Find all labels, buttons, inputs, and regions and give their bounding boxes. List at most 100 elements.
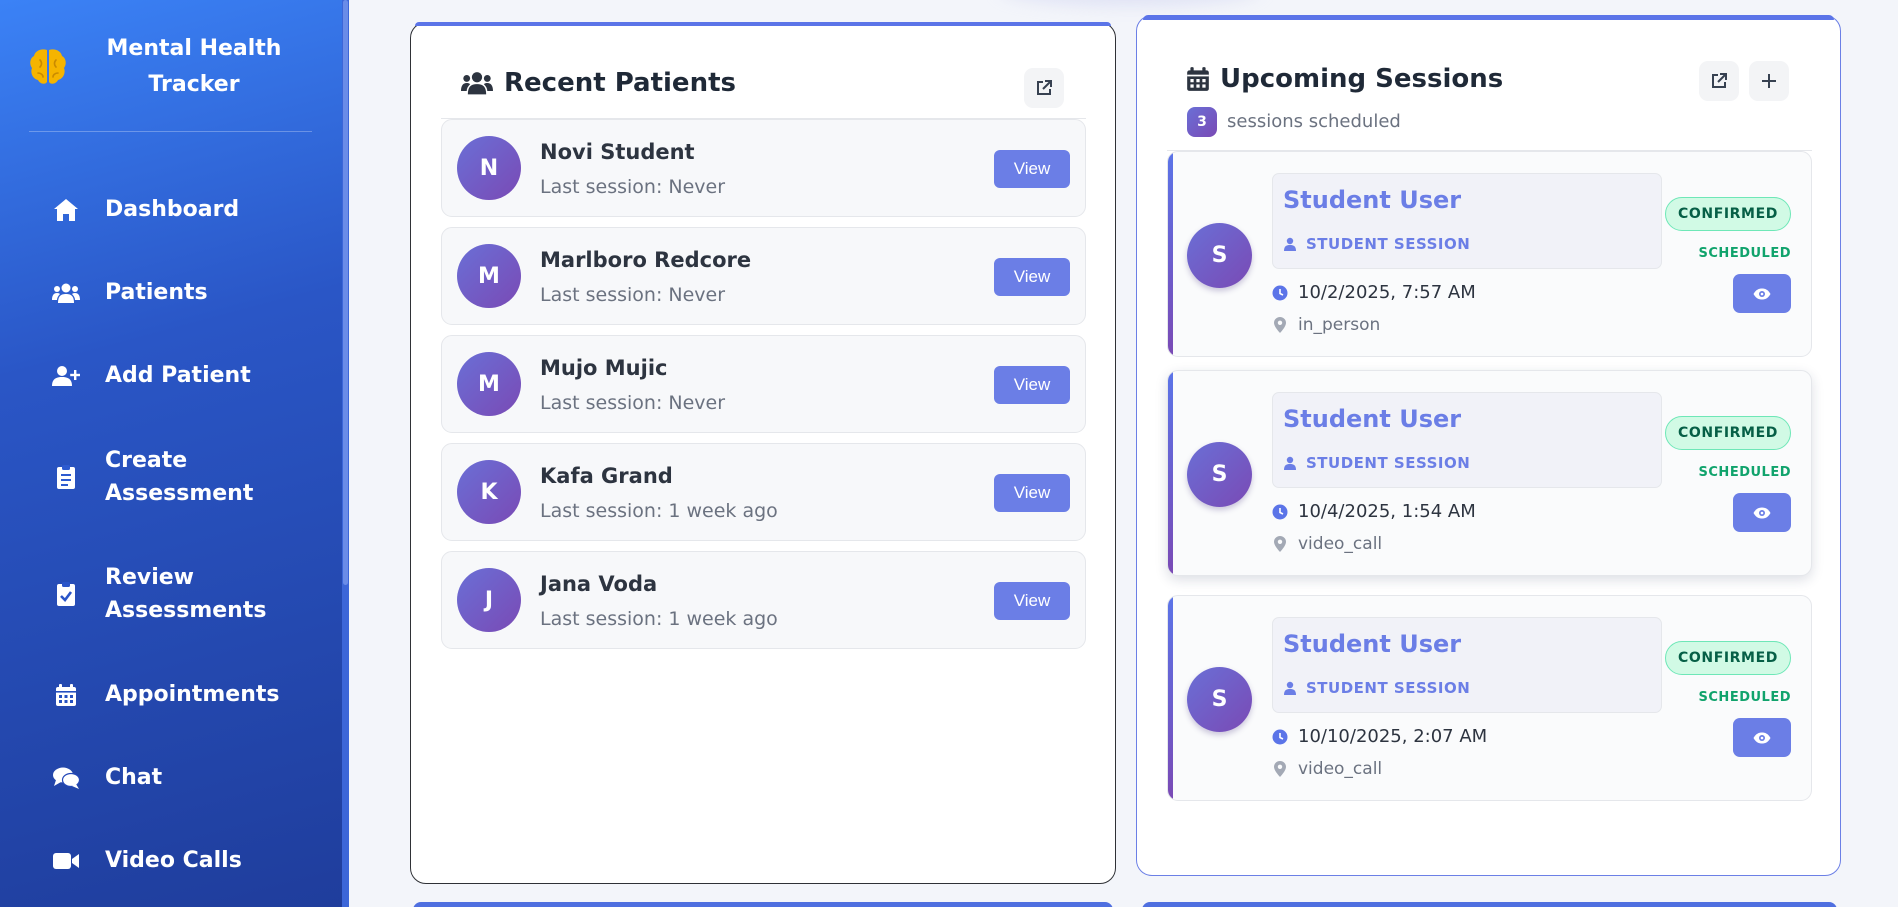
view-patient-button[interactable]: View	[994, 150, 1070, 188]
sessions-count-label: sessions scheduled	[1227, 111, 1401, 132]
session-type: STUDENT SESSION	[1283, 679, 1470, 697]
nav-item-appointments[interactable]: Appointments	[52, 678, 279, 711]
avatar: S	[1187, 667, 1252, 732]
recent-patients-title: Recent Patients	[504, 68, 736, 98]
status-badge: CONFIRMED	[1665, 416, 1791, 450]
nav-item-video-calls[interactable]: Video Calls	[52, 844, 242, 877]
session-state: SCHEDULED	[1698, 246, 1791, 261]
avatar: N	[457, 136, 521, 200]
scrollbar-thumb[interactable]	[343, 0, 348, 585]
session-location-text: video_call	[1298, 759, 1383, 779]
session-header-box: Student User STUDENT SESSION	[1272, 617, 1662, 713]
session-location: video_call	[1272, 759, 1382, 779]
session-item[interactable]: S Student User STUDENT SESSION 10/10/202…	[1167, 595, 1812, 801]
open-patients-button[interactable]	[1024, 68, 1064, 108]
nav-item-review-assessments[interactable]: Review Assessments	[52, 561, 267, 627]
view-patient-button[interactable]: View	[994, 474, 1070, 512]
patient-row[interactable]: J Jana Voda Last session: 1 week ago Vie…	[441, 551, 1086, 649]
session-item[interactable]: S Student User STUDENT SESSION 10/2/2025…	[1167, 151, 1812, 357]
patient-name: Jana Voda	[540, 572, 658, 596]
nav-label: Dashboard	[105, 197, 240, 222]
upcoming-sessions-card: Upcoming Sessions 3 sessions scheduled S…	[1136, 15, 1841, 876]
clock-icon	[1272, 504, 1288, 520]
clock-icon	[1272, 285, 1288, 301]
users-icon	[461, 72, 493, 95]
session-state: SCHEDULED	[1698, 690, 1791, 705]
session-header-box: Student User STUDENT SESSION	[1272, 173, 1662, 269]
app-title: Mental Health Tracker	[106, 36, 282, 97]
patient-last-session: Last session: Never	[540, 284, 726, 306]
recent-patients-card: Recent Patients N Novi Student Last sess…	[410, 22, 1116, 884]
view-session-button[interactable]	[1733, 493, 1791, 532]
clipboard-check-icon	[52, 580, 80, 608]
session-student-name: Student User	[1283, 630, 1462, 658]
recent-patients-header: Recent Patients	[461, 68, 736, 98]
calendar-icon	[1187, 67, 1209, 91]
users-icon	[52, 279, 80, 307]
next-card-edge	[1142, 902, 1837, 907]
patient-last-session: Last session: 1 week ago	[540, 608, 778, 630]
view-session-button[interactable]	[1733, 274, 1791, 313]
user-icon	[1284, 237, 1296, 251]
avatar: K	[457, 460, 521, 524]
nav-item-dashboard[interactable]: Dashboard	[52, 193, 239, 226]
plus-icon	[1762, 74, 1776, 88]
session-type-label: STUDENT SESSION	[1306, 679, 1471, 697]
patient-row[interactable]: M Mujo Mujic Last session: Never View	[441, 335, 1086, 433]
brain-icon	[30, 49, 66, 84]
patient-row[interactable]: N Novi Student Last session: Never View	[441, 119, 1086, 217]
nav-item-patients[interactable]: Patients	[52, 276, 208, 309]
nav-label: Review Assessments	[105, 565, 267, 623]
patient-row[interactable]: K Kafa Grand Last session: 1 week ago Vi…	[441, 443, 1086, 541]
nav-label: Patients	[105, 280, 208, 305]
decorative-shadow	[1000, 0, 1260, 6]
add-session-button[interactable]	[1749, 61, 1789, 101]
view-patient-button[interactable]: View	[994, 366, 1070, 404]
upcoming-sessions-title: Upcoming Sessions	[1220, 64, 1504, 94]
avatar: S	[1187, 223, 1252, 288]
avatar: S	[1187, 442, 1252, 507]
sidebar-scrollbar[interactable]	[342, 0, 349, 907]
session-accent	[1168, 152, 1173, 356]
next-card-edge	[413, 902, 1113, 907]
nav-item-chat[interactable]: Chat	[52, 761, 162, 794]
session-student-name: Student User	[1283, 186, 1462, 214]
session-datetime-text: 10/2/2025, 7:57 AM	[1298, 282, 1476, 303]
session-location-text: video_call	[1298, 534, 1383, 554]
clipboard-list-icon	[52, 463, 80, 491]
session-location-text: in_person	[1298, 315, 1381, 335]
session-type: STUDENT SESSION	[1283, 235, 1470, 253]
session-item[interactable]: S Student User STUDENT SESSION 10/4/2025…	[1167, 370, 1812, 576]
session-header-box: Student User STUDENT SESSION	[1272, 392, 1662, 488]
upcoming-sessions-header: Upcoming Sessions	[1186, 64, 1503, 94]
sessions-count-badge: 3	[1187, 107, 1217, 137]
open-sessions-button[interactable]	[1699, 61, 1739, 101]
map-pin-icon	[1272, 761, 1288, 777]
nav-item-create-assessment[interactable]: Create Assessment	[52, 444, 265, 510]
session-type-label: STUDENT SESSION	[1306, 454, 1471, 472]
patient-last-session: Last session: Never	[540, 176, 726, 198]
avatar: J	[457, 568, 521, 632]
avatar: M	[457, 352, 521, 416]
session-location: video_call	[1272, 534, 1382, 554]
patient-name: Marlboro Redcore	[540, 248, 752, 272]
user-icon	[1284, 456, 1296, 470]
nav-item-add-patient[interactable]: Add Patient	[52, 359, 251, 392]
avatar: M	[457, 244, 521, 308]
video-icon	[52, 847, 80, 875]
eye-icon	[1753, 732, 1771, 743]
brand: Mental Health Tracker	[29, 30, 312, 132]
user-icon	[1284, 681, 1296, 695]
session-datetime: 10/4/2025, 1:54 AM	[1272, 501, 1476, 522]
home-icon	[52, 196, 80, 224]
patient-name: Kafa Grand	[540, 464, 673, 488]
patient-last-session: Last session: Never	[540, 392, 726, 414]
eye-icon	[1753, 507, 1771, 518]
view-session-button[interactable]	[1733, 718, 1791, 757]
map-pin-icon	[1272, 536, 1288, 552]
view-patient-button[interactable]: View	[994, 582, 1070, 620]
map-pin-icon	[1272, 317, 1288, 333]
nav-label: Appointments	[105, 682, 280, 707]
patient-row[interactable]: M Marlboro Redcore Last session: Never V…	[441, 227, 1086, 325]
view-patient-button[interactable]: View	[994, 258, 1070, 296]
